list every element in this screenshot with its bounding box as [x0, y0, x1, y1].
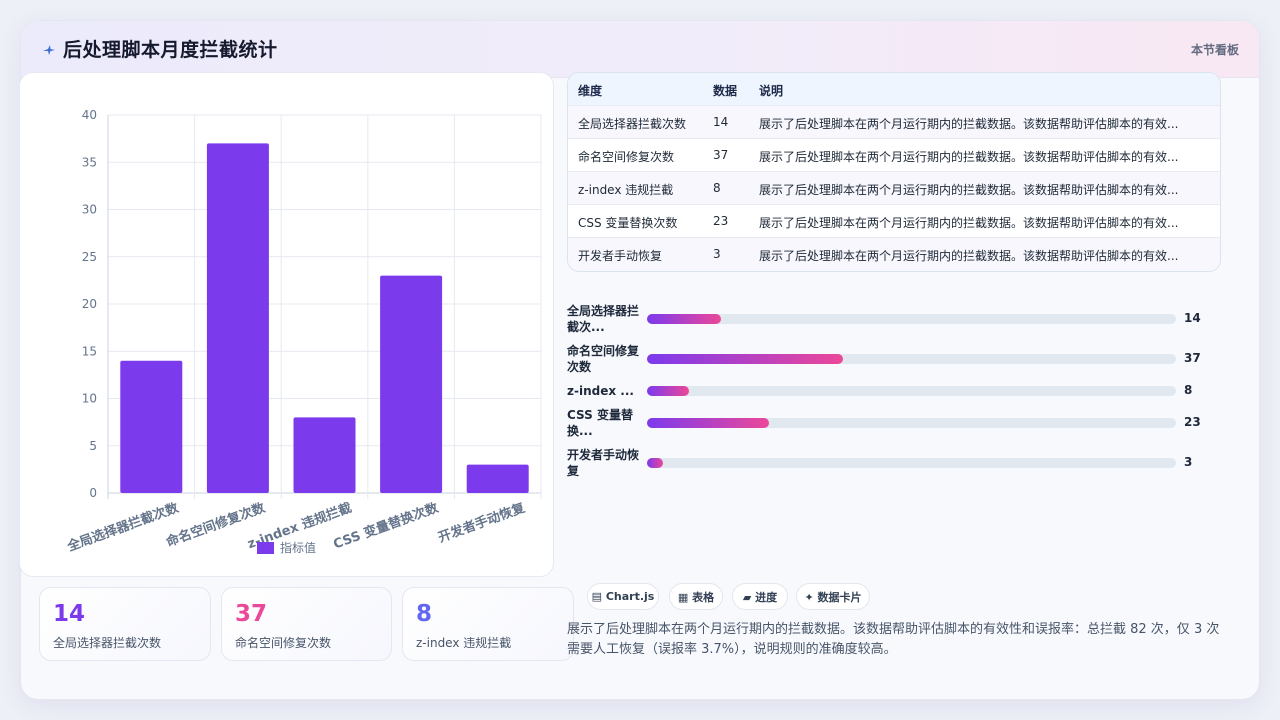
table-cell: 展示了后处理脚本在两个月运行期内的拦截数据。该数据帮助评估脚本的有效... — [759, 216, 1179, 230]
y-tick-label: 10 — [82, 392, 97, 406]
stat-value: 8 — [416, 601, 433, 627]
progress-value: 14 — [1184, 311, 1201, 325]
table-cell: 8 — [713, 181, 721, 195]
table-row: 开发者手动恢复 3 展示了后处理脚本在两个月运行期内的拦截数据。该数据帮助评估脚本的… — [568, 238, 1220, 271]
chart-bar — [206, 143, 269, 493]
progress-label: 全局选择器拦截次... — [567, 304, 640, 334]
y-tick-label: 40 — [82, 108, 97, 122]
table-cell: 展示了后处理脚本在两个月运行期内的拦截数据。该数据帮助评估脚本的有效... — [759, 150, 1179, 164]
y-tick-label: 0 — [89, 486, 97, 500]
bar-chart: 0510152025303540全局选择器拦截次数命名空间修复次数z-index… — [64, 108, 542, 555]
table-row: CSS 变量替换次数 23 展示了后处理脚本在两个月运行期内的拦截数据。该数据帮助评… — [568, 205, 1220, 238]
progress-value: 8 — [1184, 383, 1193, 397]
y-tick-label: 15 — [82, 344, 97, 358]
x-tick-label: 全局选择器拦截次数 — [64, 499, 181, 555]
table-row: 命名空间修复次数 37 展示了后处理脚本在两个月运行期内的拦截数据。该数据帮助评估脚… — [568, 139, 1220, 172]
table-cell: 全局选择器拦截次数 — [578, 117, 687, 131]
table-tag-button[interactable]: ▦ 表格 — [669, 583, 723, 610]
sparkle-icon — [43, 45, 55, 55]
progress-tag-button[interactable]: ▰ 进度 — [732, 583, 788, 610]
table-row: 全局选择器拦截次数 14 展示了后处理脚本在两个月运行期内的拦截数据。该数据帮助评估… — [568, 106, 1220, 139]
progress-row: CSS 变量替换... 23 — [567, 407, 1221, 439]
table-cell: 展示了后处理脚本在两个月运行期内的拦截数据。该数据帮助评估脚本的有效... — [759, 249, 1179, 263]
table-cell: 3 — [713, 247, 721, 261]
panel-header: 后处理脚本月度拦截统计 本节看板 — [21, 21, 1259, 78]
progress-fill — [647, 314, 722, 324]
table-cell: z-index 违规拦截 — [578, 183, 674, 197]
page-title: 后处理脚本月度拦截统计 — [63, 39, 278, 61]
table-cell: 展示了后处理脚本在两个月运行期内的拦截数据。该数据帮助评估脚本的有效... — [759, 183, 1179, 197]
y-tick-label: 35 — [82, 155, 97, 169]
progress-row: 开发者手动恢复 3 — [567, 447, 1221, 479]
table-header-note: 说明 — [759, 84, 784, 98]
stat-card: 37 命名空间修复次数 — [221, 587, 392, 661]
stat-label: 全局选择器拦截次数 — [53, 636, 162, 650]
progress-fill — [647, 354, 843, 364]
table-cell: 展示了后处理脚本在两个月运行期内的拦截数据。该数据帮助评估脚本的有效... — [759, 117, 1179, 131]
legend-label: 指标值 — [280, 540, 316, 555]
chart-tag-button[interactable]: ▤ Chart.js — [587, 583, 659, 610]
progress-label: z-index ... — [567, 384, 634, 398]
table-header-row: 维度 数据 说明 — [568, 73, 1220, 106]
table-header-dimension: 维度 — [578, 84, 603, 98]
section-tag[interactable]: 本节看板 — [1191, 41, 1239, 58]
progress-label: 命名空间修复次数 — [567, 344, 640, 374]
chart-bar — [380, 275, 443, 493]
progress-track — [647, 354, 1176, 364]
table-cell: 37 — [713, 148, 729, 162]
progress-row: z-index ... 8 — [567, 383, 1221, 399]
bar-chart-card: 0 5 10 15 20 25 30 35 40 全局选择器拦截次数 命名空间修复次数 z-index… — [19, 72, 554, 577]
summary-text: 展示了后处理脚本在两个月运行期内的拦截数据。该数据帮助评估脚本的有效性和误报率：… — [567, 622, 1220, 657]
progress-track — [647, 386, 1176, 396]
chart-bar — [293, 417, 356, 493]
progress-label: CSS 变量替换... — [567, 408, 633, 438]
x-tick-label: 开发者手动恢复 — [436, 499, 528, 546]
table-cell: 14 — [713, 115, 729, 129]
table-cell: 开发者手动恢复 — [578, 249, 663, 263]
table-cell: 23 — [713, 214, 729, 228]
chart-bar — [120, 360, 183, 493]
progress-row: 全局选择器拦截次... 14 — [567, 303, 1221, 335]
table-cell: CSS 变量替换次数 — [578, 216, 678, 230]
data-table: 维度 数据 说明 全局选择器拦截次数 14 展示了后处理脚本在两个月运行期内的拦截数… — [567, 72, 1221, 272]
card-tag-button[interactable]: ✦ 数据卡片 — [796, 583, 870, 610]
progress-value: 37 — [1184, 351, 1201, 365]
stat-card: 8 z-index 违规拦截 — [402, 587, 574, 661]
progress-track — [647, 418, 1176, 428]
stat-card: 14 全局选择器拦截次数 — [39, 587, 211, 661]
stat-label: z-index 违规拦截 — [416, 636, 512, 650]
y-tick-label: 5 — [89, 439, 97, 453]
progress-fill — [647, 458, 663, 468]
progress-track — [647, 314, 1176, 324]
stat-value: 37 — [235, 601, 268, 627]
progress-fill — [647, 386, 690, 396]
y-tick-label: 25 — [82, 250, 97, 264]
table-row: z-index 违规拦截 8 展示了后处理脚本在两个月运行期内的拦截数据。该数据帮助… — [568, 172, 1220, 205]
stat-label: 命名空间修复次数 — [235, 636, 332, 650]
table-header-data: 数据 — [713, 84, 738, 98]
y-tick-label: 30 — [82, 203, 97, 217]
progress-value: 23 — [1184, 415, 1201, 429]
progress-value: 3 — [1184, 455, 1193, 469]
stat-value: 14 — [53, 601, 86, 627]
progress-fill — [647, 418, 769, 428]
legend-swatch — [257, 542, 274, 554]
y-tick-label: 20 — [82, 297, 97, 311]
progress-label: 开发者手动恢复 — [567, 448, 640, 478]
progress-row: 命名空间修复次数 37 — [567, 343, 1221, 375]
progress-track — [647, 458, 1176, 468]
table-cell: 命名空间修复次数 — [578, 150, 675, 164]
chart-bar — [466, 464, 529, 493]
